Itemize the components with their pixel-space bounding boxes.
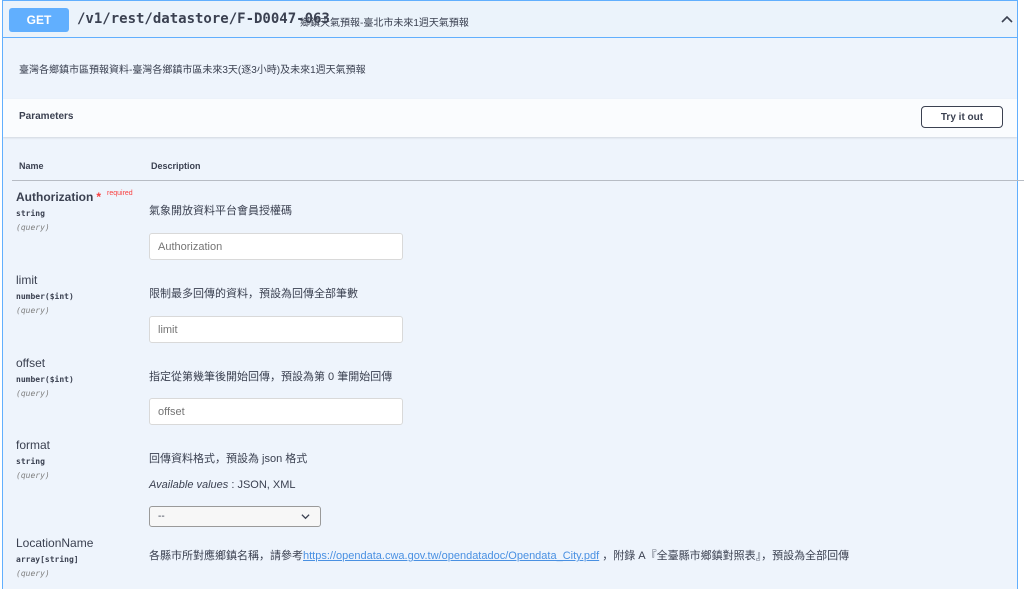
param-description: 氣象開放資料平台會員授權碼	[149, 205, 292, 217]
method-badge: GET	[9, 8, 69, 32]
available-values-list: : JSON, XML	[228, 479, 296, 491]
param-type: number($int)	[16, 375, 74, 384]
param-location: (query)	[16, 223, 50, 232]
param-name-locationname: LocationName	[16, 536, 94, 550]
opendata-city-link[interactable]: https://opendata.cwa.gov.tw/opendatadoc/…	[303, 550, 599, 562]
column-header-description: Description	[151, 161, 201, 171]
param-name-limit: limit	[16, 273, 38, 287]
param-name-authorization: Authorization *	[16, 190, 101, 204]
required-label: required	[107, 190, 133, 197]
authorization-input[interactable]	[149, 233, 403, 260]
param-location: (query)	[16, 306, 50, 315]
available-values: Available values : JSON, XML	[149, 479, 296, 491]
required-star: *	[96, 190, 101, 204]
param-name-offset: offset	[16, 356, 46, 370]
param-location: (query)	[16, 569, 50, 578]
endpoint-summary: 鄉鎮天氣預報-臺北市未來1週天氣預報	[300, 18, 469, 29]
chevron-up-icon[interactable]	[999, 11, 1015, 27]
param-location: (query)	[16, 389, 50, 398]
available-values-label: Available values	[149, 479, 229, 491]
parameters-header: Parameters Try it out	[3, 99, 1017, 137]
param-description: 各縣市所對應鄉鎮名稱，請參考https://opendata.cwa.gov.t…	[149, 547, 849, 563]
limit-input[interactable]	[149, 316, 403, 343]
column-header-name: Name	[19, 161, 44, 171]
endpoint-path: /v1/rest/datastore/F-D0047-063	[77, 11, 330, 27]
param-type: array[string]	[16, 555, 79, 564]
chevron-down-icon	[301, 514, 310, 520]
param-location: (query)	[16, 471, 50, 480]
operation-summary[interactable]: GET /v1/rest/datastore/F-D0047-063 鄉鎮天氣預…	[3, 1, 1017, 38]
format-select-value: --	[158, 511, 165, 522]
param-type: number($int)	[16, 292, 74, 301]
param-type: string	[16, 209, 45, 218]
description-suffix: ，附錄 A『全臺縣市鄉鎮對照表』，預設為全部回傳	[599, 550, 850, 562]
param-name-format: format	[16, 438, 51, 452]
try-it-out-button[interactable]: Try it out	[921, 106, 1003, 128]
endpoint-description: 臺灣各鄉鎮市區預報資料-臺灣各鄉鎮市區未來3天(逐3小時)及未來1週天氣預報	[19, 65, 366, 76]
param-description: 回傳資料格式，預設為 json 格式	[149, 453, 308, 465]
column-divider	[12, 180, 1024, 181]
param-description: 限制最多回傳的資料，預設為回傳全部筆數	[149, 288, 358, 300]
format-select[interactable]: --	[149, 506, 321, 527]
offset-input[interactable]	[149, 398, 403, 425]
param-type: string	[16, 457, 45, 466]
description-prefix: 各縣市所對應鄉鎮名稱，請參考	[149, 550, 303, 562]
param-name-text: Authorization	[16, 190, 94, 204]
parameters-title: Parameters	[19, 111, 74, 122]
param-description: 指定從第幾筆後開始回傳，預設為第 0 筆開始回傳	[149, 371, 393, 383]
